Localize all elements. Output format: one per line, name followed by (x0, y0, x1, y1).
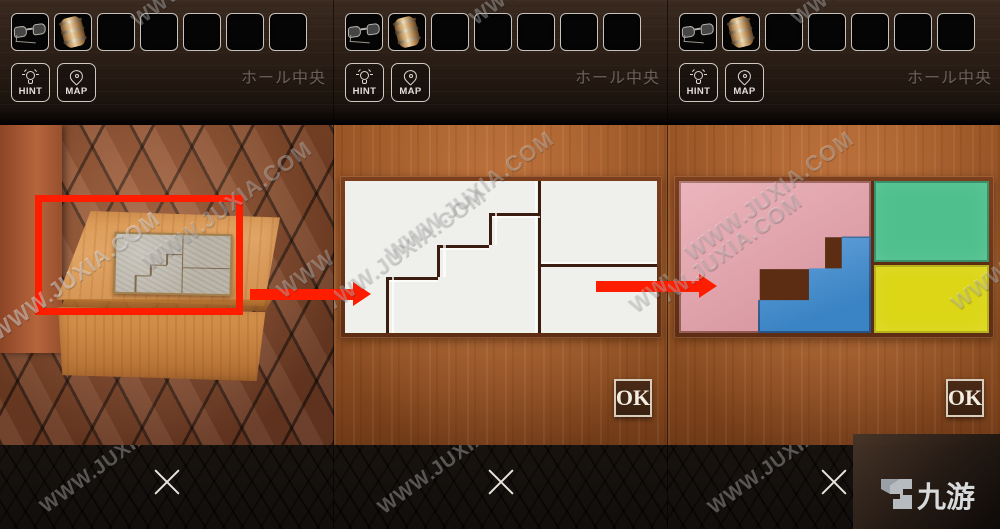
hint-button[interactable]: HINT (345, 63, 384, 102)
inventory-slots-2 (345, 13, 641, 51)
map-label: MAP (65, 86, 88, 97)
piece-green[interactable] (873, 181, 989, 263)
seam-highlight-step1-v (494, 212, 498, 245)
inventory-slot-empty-5[interactable] (183, 13, 221, 51)
hud-tools-3: HINT MAP (679, 63, 764, 102)
close-button-3[interactable] (817, 465, 851, 499)
inventory-slot-empty-7[interactable] (937, 13, 975, 51)
inventory-slot-empty-6[interactable] (894, 13, 932, 51)
hud-bar-1: HINT MAP ホール中央 (0, 0, 334, 125)
inventory-slot-empty-7[interactable] (603, 13, 641, 51)
puzzle-frame-3 (674, 176, 994, 338)
scene-1[interactable]: WWW.JUXIA.COM WWW.JUXIA.COM WWW.JUXIA.CO… (0, 125, 334, 445)
barrel-icon (389, 14, 425, 50)
box-front-face (58, 307, 266, 381)
hint-label: HINT (352, 86, 377, 97)
hint-button[interactable]: HINT (679, 63, 718, 102)
inventory-slot-empty-7[interactable] (269, 13, 307, 51)
inventory-slot-empty-4[interactable] (474, 13, 512, 51)
close-button-1[interactable] (150, 465, 184, 499)
screenshot-root: HINT MAP ホール中央 WWW.JUXIA.COM WWW.JUXIA.C… (0, 0, 1000, 529)
barrel-icon (723, 14, 759, 50)
scene-3[interactable]: OK WWW.JUXIA.COM WWW.JUXIA.COM WWW.JUXIA… (668, 125, 1000, 445)
inventory-slot-glasses[interactable] (11, 13, 49, 51)
inventory-slot-empty-3[interactable] (97, 13, 135, 51)
footer-bar-1: WWW.JUXIA.COM (0, 445, 334, 529)
seam-step2-v (437, 244, 441, 277)
puzzle-board-white[interactable] (345, 181, 657, 333)
footer-bar-2: WWW.JUXIA.COM (334, 445, 668, 529)
map-pin-icon (401, 66, 420, 87)
glasses-icon (346, 14, 382, 50)
puzzle-frame-2 (340, 176, 662, 338)
seam-highlight-step3-v (391, 276, 395, 333)
inventory-slot-empty-4[interactable] (808, 13, 846, 51)
red-arrow-1to2-head (353, 282, 371, 306)
map-button[interactable]: MAP (725, 63, 764, 102)
seam-main-vertical (537, 181, 541, 333)
red-arrow-1to2 (250, 282, 371, 306)
inventory-slot-barrel[interactable] (388, 13, 426, 51)
puzzle-board-solved[interactable] (679, 181, 989, 333)
glasses-icon (12, 14, 48, 50)
close-button-2[interactable] (484, 465, 518, 499)
map-pin-icon (735, 66, 754, 87)
red-arrow-2to3 (596, 274, 717, 298)
glasses-icon (680, 14, 716, 50)
panel-1: HINT MAP ホール中央 WWW.JUXIA.COM WWW.JUXIA.C… (0, 0, 334, 529)
inventory-slots-1 (11, 13, 307, 51)
inventory-slot-barrel[interactable] (54, 13, 92, 51)
hud-bar-2: HINT MAP ホール中央 (334, 0, 668, 125)
ok-button-label: OK (615, 385, 651, 410)
hud-bar-3: HINT MAP ホール中央 (668, 0, 1000, 125)
hud-tools-2: HINT MAP (345, 63, 430, 102)
map-pin-icon (67, 66, 86, 87)
ok-button-3[interactable]: OK (946, 379, 984, 417)
inventory-slot-empty-6[interactable] (226, 13, 264, 51)
hint-button[interactable]: HINT (11, 63, 50, 102)
ok-button-2[interactable]: OK (614, 379, 652, 417)
inventory-slot-empty-3[interactable] (765, 13, 803, 51)
map-label: MAP (733, 86, 756, 97)
barrel-icon (55, 14, 91, 50)
inventory-slots-3 (679, 13, 975, 51)
location-label-3: ホール中央 (906, 68, 992, 87)
location-label-1: ホール中央 (240, 68, 326, 87)
inventory-slot-barrel[interactable] (722, 13, 760, 51)
inventory-slot-glasses[interactable] (345, 13, 383, 51)
jiuyou-g-icon (879, 477, 913, 511)
hint-label: HINT (686, 86, 711, 97)
inventory-slot-empty-5[interactable] (517, 13, 555, 51)
red-arrow-2to3-head (699, 274, 717, 298)
seam-step1-v (488, 212, 492, 245)
seam-highlight-step2-v (443, 244, 446, 277)
jiuyou-logo-watermark: 九游 (853, 434, 1000, 529)
map-button[interactable]: MAP (391, 63, 430, 102)
seam-right-horizontal (540, 263, 657, 267)
location-label-2: ホール中央 (574, 68, 660, 87)
hud-tools-1: HINT MAP (11, 63, 96, 102)
inventory-slot-empty-3[interactable] (431, 13, 469, 51)
red-highlight-rectangle (35, 195, 243, 315)
panel-2: HINT MAP ホール中央 OK WWW.JUXIA.COM WWW.JUXI… (334, 0, 668, 529)
lightbulb-icon (690, 68, 707, 87)
inventory-slot-empty-5[interactable] (851, 13, 889, 51)
hint-label: HINT (18, 86, 43, 97)
map-label: MAP (399, 86, 422, 97)
lightbulb-icon (356, 68, 373, 87)
lightbulb-icon (22, 68, 39, 87)
inventory-slot-empty-6[interactable] (560, 13, 598, 51)
piece-yellow[interactable] (873, 265, 989, 333)
inventory-slot-empty-4[interactable] (140, 13, 178, 51)
jiuyou-logo-text: 九游 (917, 480, 976, 514)
ok-button-label: OK (947, 385, 983, 410)
map-button[interactable]: MAP (57, 63, 96, 102)
inventory-slot-glasses[interactable] (679, 13, 717, 51)
seam-step3-v (385, 276, 389, 333)
